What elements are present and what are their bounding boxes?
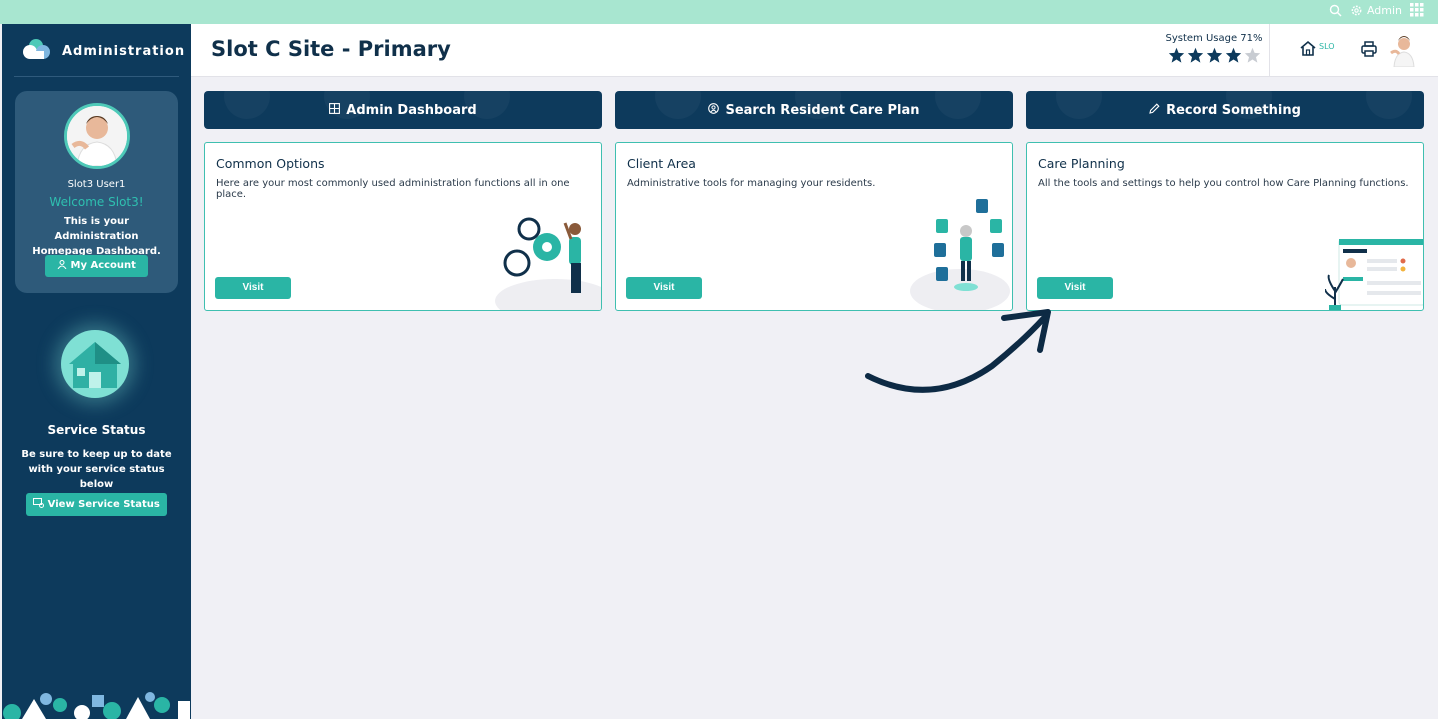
- card-description: Here are your most commonly used adminis…: [216, 178, 570, 200]
- search-icon[interactable]: [1329, 4, 1342, 17]
- annotation-arrow-icon: [862, 300, 1062, 404]
- users-icon: [57, 260, 70, 271]
- decorative-pattern: [2, 691, 191, 719]
- bar-decoration: [935, 91, 981, 119]
- common-options-visit-button[interactable]: Visit: [215, 277, 291, 299]
- client-area-card: Client Area Administrative tools for man…: [615, 142, 1013, 311]
- search-resident-care-plan-label: Search Resident Care Plan: [725, 102, 920, 118]
- card-title: Care Planning: [1038, 156, 1125, 171]
- bar-decoration: [655, 91, 701, 119]
- welcome-message: Welcome Slot3!: [49, 195, 144, 209]
- gear-icon: [1350, 4, 1363, 17]
- monitor-icon: [33, 498, 47, 510]
- house-icon: [61, 330, 129, 398]
- page-title: Slot C Site - Primary: [211, 37, 451, 61]
- site-home-link[interactable]: SLO: [1299, 40, 1335, 58]
- bar-decoration: [1056, 91, 1102, 119]
- care-plan-illustration-icon: [1324, 238, 1423, 310]
- brand[interactable]: Administration: [22, 38, 185, 64]
- user-avatar[interactable]: [1388, 33, 1418, 67]
- resident-tools-illustration-icon: [910, 197, 1012, 310]
- admin-dashboard-button[interactable]: Admin Dashboard: [204, 91, 602, 129]
- record-something-button[interactable]: Record Something: [1026, 91, 1424, 129]
- client-area-visit-button[interactable]: Visit: [626, 277, 702, 299]
- site-code: SLO: [1319, 42, 1335, 51]
- service-status-title: Service Status: [47, 423, 146, 437]
- view-service-status-label: View Service Status: [47, 499, 160, 510]
- my-account-label: My Account: [70, 260, 136, 271]
- system-usage-label: System Usage 71%: [1165, 33, 1263, 44]
- home-icon: [1299, 40, 1317, 58]
- top-strip-actions: Admin: [1329, 3, 1424, 17]
- star-empty-icon: [1244, 47, 1260, 63]
- cloud-logo-icon: [22, 38, 52, 64]
- view-service-status-button[interactable]: View Service Status: [26, 493, 167, 516]
- gears-illustration-icon: [495, 203, 601, 310]
- search-resident-care-plan-button[interactable]: Search Resident Care Plan: [615, 91, 1013, 129]
- profile-name: Slot3 User1: [67, 179, 126, 190]
- sidebar: Administration Slot3 User1 Welcome Slot3…: [2, 24, 191, 719]
- care-planning-card: Care Planning All the tools and settings…: [1026, 142, 1424, 311]
- profile-card: Slot3 User1 Welcome Slot3! This is your …: [15, 91, 178, 293]
- pencil-icon: [1149, 102, 1160, 118]
- apps-grid-icon[interactable]: [1410, 3, 1424, 17]
- avatar: [64, 103, 130, 169]
- print-icon[interactable]: [1360, 40, 1378, 62]
- divider: [14, 76, 179, 77]
- card-description: Administrative tools for managing your r…: [627, 178, 876, 189]
- admin-dashboard-label: Admin Dashboard: [346, 102, 477, 118]
- card-description: All the tools and settings to help you c…: [1038, 178, 1409, 189]
- divider: [1269, 24, 1270, 76]
- system-usage: System Usage 71%: [1160, 33, 1268, 63]
- bar-decoration: [224, 91, 270, 119]
- usage-rating: [1160, 47, 1268, 63]
- admin-user-label: Admin: [1366, 3, 1402, 17]
- star-filled-icon: [1187, 47, 1203, 63]
- grid-icon: [329, 102, 341, 118]
- profile-description: This is your Administration Homepage Das…: [32, 216, 161, 257]
- card-title: Client Area: [627, 156, 696, 171]
- care-planning-visit-button[interactable]: Visit: [1037, 277, 1113, 299]
- settings-menu[interactable]: Admin: [1350, 4, 1402, 17]
- record-something-label: Record Something: [1166, 102, 1301, 118]
- top-strip: Admin: [0, 0, 1438, 24]
- bar-decoration: [1366, 91, 1412, 119]
- service-status-description: Be sure to keep up to date with your ser…: [21, 449, 172, 490]
- brand-label: Administration: [62, 43, 186, 59]
- my-account-button[interactable]: My Account: [45, 255, 148, 277]
- star-filled-icon: [1225, 47, 1241, 63]
- star-filled-icon: [1206, 47, 1222, 63]
- header: Slot C Site - Primary System Usage 71% S…: [191, 24, 1438, 77]
- card-title: Common Options: [216, 156, 325, 171]
- star-filled-icon: [1168, 47, 1184, 63]
- search-user-icon: [708, 102, 720, 118]
- common-options-card: Common Options Here are your most common…: [204, 142, 602, 311]
